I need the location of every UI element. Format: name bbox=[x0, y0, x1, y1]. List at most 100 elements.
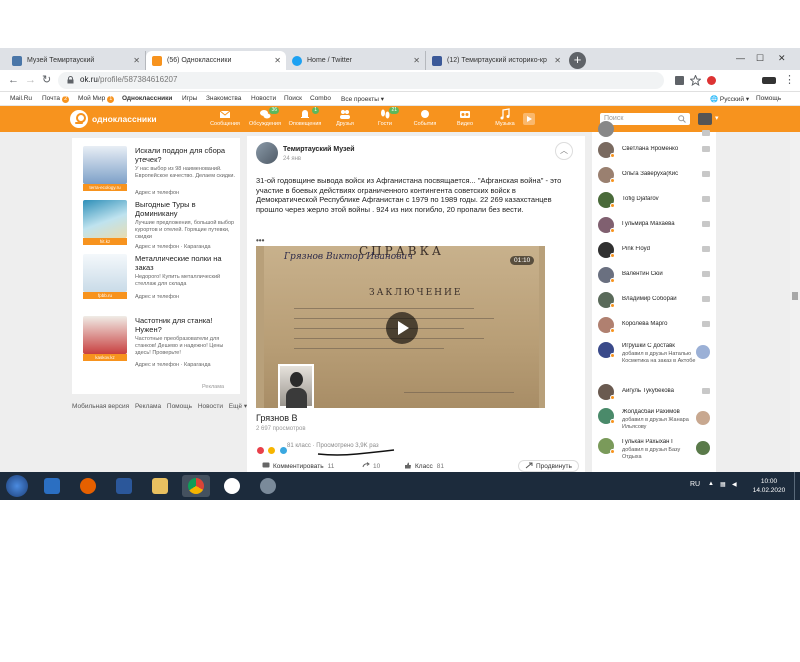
bookmark-odnoklassniki[interactable]: Одноклассники bbox=[122, 95, 172, 102]
friend-item[interactable]: Pink Floyd bbox=[598, 242, 714, 262]
bookmark-pochta[interactable]: Почта 2 bbox=[42, 95, 70, 103]
promote-button[interactable]: Продвинуть bbox=[518, 460, 579, 472]
message-icon[interactable] bbox=[702, 196, 710, 202]
show-desktop-button[interactable] bbox=[794, 472, 800, 500]
taskbar-firefox[interactable] bbox=[74, 475, 102, 497]
friend-item[interactable]: Ольга Заверуха(Кис bbox=[598, 167, 714, 187]
taskbar-yandex[interactable] bbox=[218, 475, 246, 497]
tab-facebook[interactable]: (12) Темиртауский историко-кр ✕ bbox=[426, 51, 566, 70]
address-bar[interactable]: ok.ru/profile/587384616207 bbox=[58, 72, 664, 89]
activity-thumbnail[interactable] bbox=[696, 411, 710, 425]
message-icon[interactable] bbox=[702, 271, 710, 277]
tab-close-icon[interactable]: ✕ bbox=[413, 56, 420, 65]
scrollbar-thumb[interactable] bbox=[792, 292, 798, 300]
bookmark-moymir[interactable]: Мой Мир 1 bbox=[78, 95, 115, 103]
ok-logo-icon[interactable] bbox=[70, 110, 88, 128]
friend-item[interactable]: Светлана Яроменко bbox=[598, 142, 714, 162]
author-avatar[interactable] bbox=[256, 142, 278, 164]
bookmark-combo[interactable]: Combo bbox=[310, 95, 331, 102]
post-author[interactable]: Темиртауский Музей bbox=[283, 146, 355, 153]
ads-label[interactable]: Реклама bbox=[202, 384, 224, 390]
footer-link-help[interactable]: Помощь bbox=[167, 403, 192, 410]
message-icon[interactable] bbox=[702, 296, 710, 302]
message-icon[interactable] bbox=[702, 321, 710, 327]
page-scrollbar[interactable] bbox=[790, 132, 800, 472]
message-icon[interactable] bbox=[702, 130, 710, 136]
nav-messages[interactable]: Сообщения bbox=[205, 108, 245, 127]
video-player[interactable]: СПРАВКА Грязнов Виктор Иванович ЗАКЛЮЧЕН… bbox=[256, 246, 545, 408]
bookmark-news[interactable]: Новости bbox=[251, 95, 276, 102]
tab-close-icon[interactable]: ✕ bbox=[274, 56, 281, 65]
friend-name[interactable]: Валентин Сюй bbox=[622, 271, 698, 277]
friend-activity-item[interactable]: Гулькан Рахыхан Г добавил в друзья Базу О… bbox=[598, 438, 714, 468]
video-title[interactable]: Грязнов В bbox=[256, 413, 298, 423]
activity-thumbnail[interactable] bbox=[696, 345, 710, 359]
nav-music[interactable]: Музыка bbox=[485, 108, 525, 127]
collapse-chevron-icon[interactable]: ︿ bbox=[555, 142, 573, 160]
tab-twitter[interactable]: Home / Twitter ✕ bbox=[286, 51, 426, 70]
system-clock[interactable]: 10:00 14.02.2020 bbox=[748, 477, 790, 495]
ad-address[interactable]: Адрес и телефон · Караганда bbox=[135, 362, 211, 368]
tab-close-icon[interactable]: ✕ bbox=[554, 56, 561, 65]
ad-address[interactable]: Адрес и телефон bbox=[135, 294, 179, 300]
tab-odnoklassniki[interactable]: (56) Одноклассники ✕ bbox=[146, 51, 286, 70]
friend-item[interactable]: Гульмира Махаева bbox=[598, 217, 714, 237]
like-button[interactable]: Класс 81 bbox=[404, 462, 444, 470]
comment-button[interactable]: Комментировать 11 bbox=[262, 462, 334, 470]
ad-address[interactable]: Адрес и телефон · Караганда bbox=[135, 244, 211, 250]
reactions[interactable] bbox=[256, 442, 288, 456]
user-avatar[interactable] bbox=[698, 113, 712, 125]
bookmark-dating[interactable]: Знакомства bbox=[206, 95, 241, 102]
star-icon[interactable] bbox=[690, 75, 701, 86]
message-icon[interactable] bbox=[702, 146, 710, 152]
taskbar-word[interactable] bbox=[110, 475, 138, 497]
close-window-icon[interactable]: ✕ bbox=[778, 53, 786, 64]
ad-title[interactable]: Выгодные Туры в Доминикану bbox=[135, 200, 235, 218]
ok-logo-text[interactable]: одноклассники bbox=[92, 114, 157, 124]
ad-title[interactable]: Искали поддон для сбора утечек? bbox=[135, 146, 235, 164]
user-menu-chevron-icon[interactable]: ▾ bbox=[715, 114, 719, 122]
footer-link-news[interactable]: Новости bbox=[198, 403, 223, 410]
friend-item[interactable]: Валентин Сюй bbox=[598, 267, 714, 287]
friend-name[interactable]: Tofig Djafarov bbox=[622, 196, 698, 202]
taskbar-media-player[interactable] bbox=[38, 475, 66, 497]
back-icon[interactable]: ← bbox=[8, 74, 19, 87]
ad-title[interactable]: Металлические полки на заказ bbox=[135, 254, 235, 272]
friend-name[interactable]: Игрушки С доставк bbox=[622, 343, 698, 349]
message-icon[interactable] bbox=[702, 221, 710, 227]
nav-notifications[interactable]: 1 Оповещения bbox=[285, 107, 325, 127]
minimize-icon[interactable]: — bbox=[736, 53, 745, 63]
friend-item[interactable]: Королева Марго bbox=[598, 317, 714, 337]
start-button[interactable] bbox=[6, 475, 28, 497]
friend-name[interactable]: Королева Марго bbox=[622, 321, 698, 327]
tray-flag-icon[interactable]: ▲ bbox=[708, 481, 714, 487]
forward-icon[interactable]: → bbox=[25, 74, 36, 87]
bookmark-all-projects[interactable]: Все проекты ▾ bbox=[341, 95, 384, 103]
search-input[interactable]: Поиск bbox=[600, 113, 690, 125]
friend-name[interactable]: Жолдасбай Рахимов bbox=[622, 409, 698, 415]
ad-address[interactable]: Адрес и телефон bbox=[135, 190, 179, 196]
reshare-button[interactable]: 10 bbox=[362, 462, 380, 470]
language-selector[interactable]: 🌐 Русский ▾ bbox=[710, 95, 749, 103]
reload-icon[interactable]: ↻ bbox=[42, 74, 51, 87]
nav-guests[interactable]: 21 Гости bbox=[365, 107, 405, 127]
nav-friends[interactable]: Друзья bbox=[325, 108, 365, 127]
extension-icon[interactable] bbox=[706, 75, 717, 86]
bookmark-games[interactable]: Игры bbox=[182, 95, 197, 102]
footer-link-ads[interactable]: Реклама bbox=[135, 403, 161, 410]
volume-icon[interactable]: ◀ bbox=[732, 481, 737, 488]
friend-item[interactable]: Айгуль Тукубекова bbox=[598, 384, 714, 404]
translate-icon[interactable] bbox=[674, 75, 685, 86]
nav-events[interactable]: События bbox=[405, 108, 445, 127]
play-button-icon[interactable] bbox=[386, 312, 418, 344]
help-link[interactable]: Помощь bbox=[756, 95, 781, 102]
ad-title[interactable]: Частотник для станка! Нужен? bbox=[135, 316, 235, 334]
friend-name[interactable]: Гулькан Рахыхан Г bbox=[622, 439, 698, 445]
friend-item[interactable]: Tofig Djafarov bbox=[598, 192, 714, 212]
friend-item[interactable]: Владимир Соборай bbox=[598, 292, 714, 312]
bookmark-search[interactable]: Поиск bbox=[284, 95, 302, 102]
friend-name[interactable]: Pink Floyd bbox=[622, 246, 698, 252]
menu-icon[interactable]: ⋮ bbox=[784, 74, 795, 87]
taskbar-chrome[interactable] bbox=[182, 475, 210, 497]
tab-close-icon[interactable]: ✕ bbox=[133, 56, 140, 65]
